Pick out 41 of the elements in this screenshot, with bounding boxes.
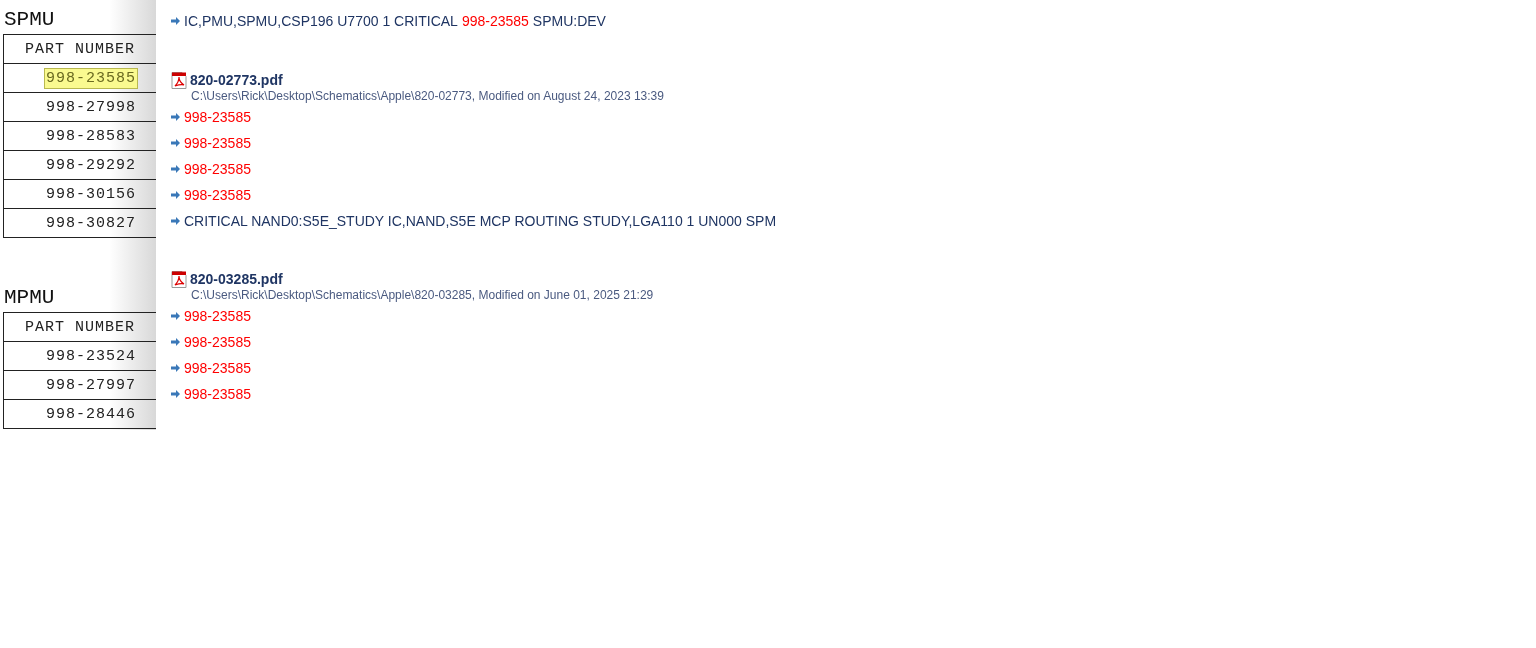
- part-number-link[interactable]: 998-27997: [44, 374, 138, 396]
- part-number-match[interactable]: 998-23585: [184, 386, 251, 402]
- arrow-icon: [171, 139, 180, 147]
- arrow-icon: [171, 364, 180, 372]
- part-number-match[interactable]: 998-23585: [184, 308, 251, 324]
- arrow-icon: [171, 17, 180, 25]
- arrow-icon: [171, 165, 180, 173]
- result-text[interactable]: IC,PMU,SPMU,CSP196 U7700 1 CRITICAL: [184, 13, 458, 29]
- arrow-icon: [171, 312, 180, 320]
- arrow-icon: [171, 191, 180, 199]
- part-number-match[interactable]: 998-23585: [184, 187, 251, 203]
- file-path: C:\Users\Rick\Desktop\Schematics\Apple\820-02773, Modified on August 24, 2023 13:39: [190, 89, 665, 104]
- table-header: PART NUMBER: [3, 313, 156, 342]
- part-number-link[interactable]: 998-29292: [44, 154, 138, 176]
- arrow-icon: [171, 338, 180, 346]
- section-title: MPMU: [3, 285, 56, 311]
- table-header: PART NUMBER: [3, 35, 156, 64]
- arrow-icon: [171, 390, 180, 398]
- part-number-match[interactable]: 998-23585: [184, 135, 251, 151]
- arrow-icon: [171, 217, 180, 225]
- part-number-match[interactable]: 998-23585: [461, 13, 529, 29]
- part-number-link[interactable]: 998-28446: [44, 403, 138, 425]
- file-name-link[interactable]: 820-03285.pdf: [190, 271, 283, 287]
- part-number-link[interactable]: 998-23524: [44, 345, 138, 367]
- pdf-icon: [171, 270, 187, 288]
- part-number-match[interactable]: 998-23585: [184, 360, 251, 376]
- part-number-link[interactable]: 998-23585: [44, 67, 138, 89]
- result-text[interactable]: SPMU:DEV: [532, 13, 606, 29]
- part-number-link[interactable]: 998-27998: [44, 96, 138, 118]
- result-text[interactable]: CRITICAL NAND0:S5E_STUDY IC,NAND,S5E MCP ROUTING STUDY,LGA110 1 UN000 SPM: [184, 213, 777, 229]
- pdf-icon: [171, 71, 187, 89]
- part-number-link[interactable]: 998-30827: [44, 212, 138, 234]
- part-number-link[interactable]: 998-28583: [44, 125, 138, 147]
- part-number-match[interactable]: 998-23585: [184, 161, 251, 177]
- file-path: C:\Users\Rick\Desktop\Schematics\Apple\820-03285, Modified on June 01, 2025 21:29: [190, 288, 655, 303]
- file-name-link[interactable]: 820-02773.pdf: [190, 72, 283, 88]
- part-number-match[interactable]: 998-23585: [184, 109, 251, 125]
- section-title: SPMU: [3, 7, 56, 33]
- arrow-icon: [171, 113, 180, 121]
- part-number-match[interactable]: 998-23585: [184, 334, 251, 350]
- part-number-link[interactable]: 998-30156: [44, 183, 138, 205]
